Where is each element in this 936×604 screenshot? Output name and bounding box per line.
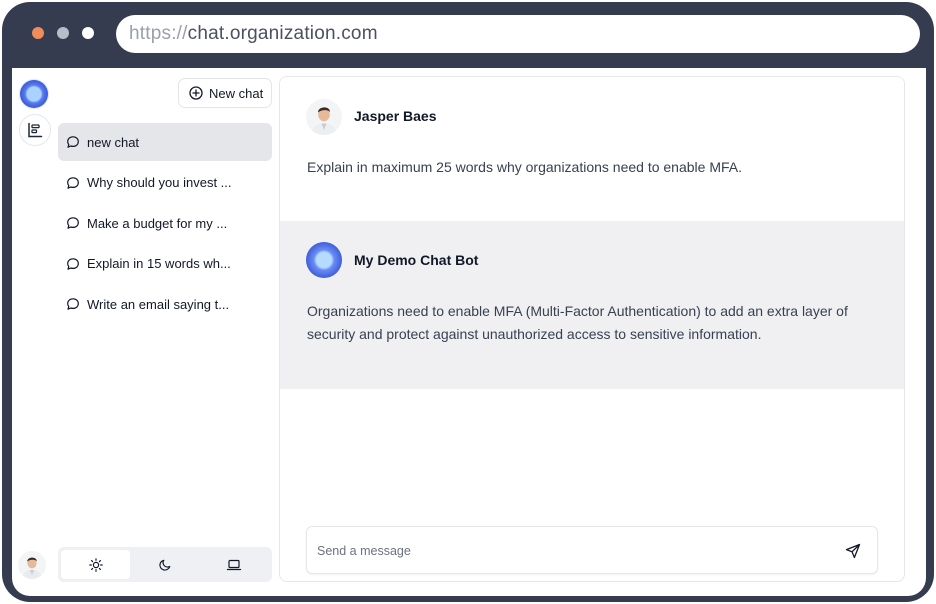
chat-bubble-icon [67, 217, 79, 229]
message-composer [306, 526, 878, 574]
send-button[interactable] [843, 541, 863, 561]
sender-name: Jasper Baes [354, 108, 437, 124]
plus-circle-icon [189, 86, 203, 100]
conversation-item[interactable]: Why should you invest ... [58, 164, 272, 202]
conversation-item[interactable]: Explain in 15 words wh... [58, 245, 272, 283]
user-avatar[interactable] [18, 551, 46, 579]
conversation-title: Write an email saying t... [87, 296, 230, 312]
chat-bubble-icon [67, 257, 79, 270]
conversation-title: new chat [87, 134, 140, 150]
person-avatar-icon [306, 99, 342, 135]
theme-switcher [58, 547, 272, 582]
url-scheme: https:// [129, 23, 188, 44]
new-chat-button[interactable]: New chat [178, 78, 272, 108]
sun-icon [88, 557, 103, 572]
dashboard-button[interactable] [19, 114, 51, 146]
message-input[interactable] [317, 537, 817, 565]
sender-avatar [306, 99, 342, 135]
message-text: Organizations need to enable MFA (Multi-… [307, 303, 848, 342]
window-close-dot[interactable] [32, 27, 44, 39]
url-host: chat.organization.com [187, 23, 378, 44]
moon-icon [159, 559, 171, 571]
app-viewport: New chat new chat Why should you invest … [12, 68, 926, 596]
chat-bubble-icon [67, 136, 79, 148]
conversation-list: new chat Why should you invest ... Make … [58, 123, 272, 326]
sender-name: My Demo Chat Bot [354, 252, 479, 268]
theme-system-button[interactable] [200, 550, 269, 579]
window-maximize-dot[interactable] [82, 27, 94, 39]
theme-light-button[interactable] [61, 550, 131, 579]
person-avatar-icon [18, 551, 46, 579]
dashboard-icon [28, 122, 43, 138]
laptop-icon [227, 559, 242, 570]
new-chat-label: New chat [209, 85, 264, 101]
app-logo-icon[interactable] [20, 80, 48, 108]
window-minimize-dot[interactable] [57, 27, 69, 39]
conversation-title: Why should you invest ... [87, 175, 232, 191]
bot-avatar-icon [306, 242, 342, 278]
conversation-item[interactable]: new chat [58, 123, 272, 161]
message-text: Explain in maximum 25 words why organiza… [307, 159, 742, 175]
browser-window: https://chat.organization.com New chat n… [2, 2, 934, 602]
conversation-item[interactable]: Write an email saying t... [58, 285, 272, 323]
chat-bubble-icon [67, 176, 79, 189]
conversation-title: Make a budget for my ... [87, 215, 228, 231]
address-bar[interactable]: https://chat.organization.com [116, 15, 920, 53]
theme-dark-button[interactable] [130, 550, 199, 579]
chat-panel: Jasper Baes Explain in maximum 25 words … [279, 76, 905, 582]
conversation-item[interactable]: Make a budget for my ... [58, 204, 272, 242]
conversation-title: Explain in 15 words wh... [87, 256, 231, 272]
assistant-message: My Demo Chat Bot Organizations need to e… [280, 221, 904, 389]
send-icon [845, 543, 861, 559]
user-message: Jasper Baes Explain in maximum 25 words … [280, 77, 904, 221]
chat-bubble-icon [67, 298, 79, 311]
